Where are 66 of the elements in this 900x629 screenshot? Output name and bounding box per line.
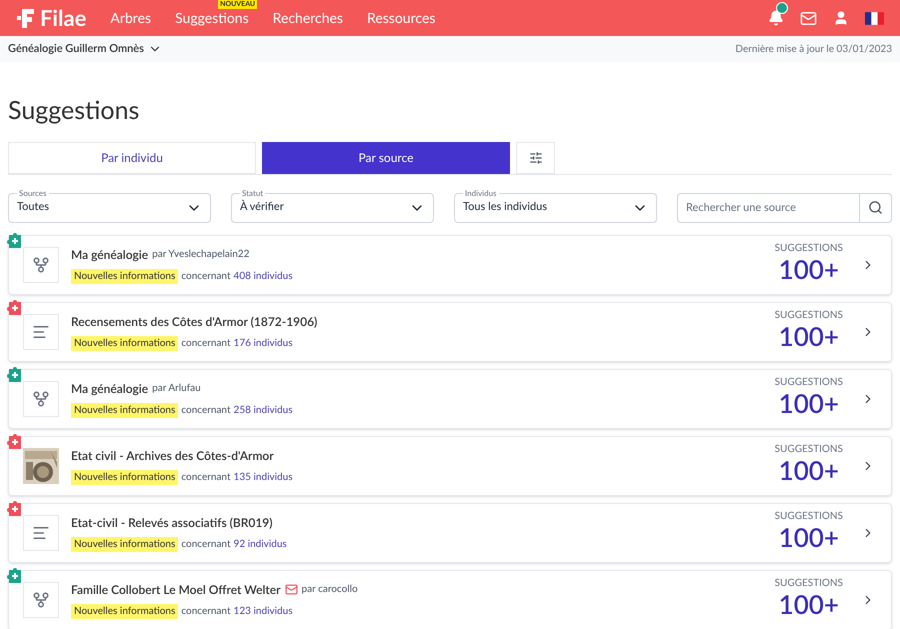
individuals-link[interactable]: 176 individus [234, 336, 293, 350]
individuals-link[interactable]: 92 individus [234, 536, 287, 552]
concerning-text: concernant [181, 402, 231, 418]
source-card[interactable]: Etat-civil - Relevés associatifs (BR019) Nouvelles informations concernant 92 individus SUGGESTIONS 100+ [8, 502, 892, 562]
source-author: par Arlufau [152, 381, 201, 396]
suggestions-count: 100+ [778, 521, 839, 554]
tree-icon [32, 390, 50, 408]
tree-icon [32, 256, 50, 274]
page-title: Suggestions [8, 94, 140, 127]
suggestions-count: 100+ [778, 253, 839, 286]
suggestions-count: 100+ [778, 320, 839, 353]
suggestions-count: 100+ [778, 387, 839, 420]
suggestions-label: SUGGESTIONS [774, 310, 843, 320]
bell-icon[interactable] [768, 10, 784, 26]
logo-icon [16, 7, 36, 29]
source-card[interactable]: Ma généalogie par Arlufau Nouvelles informations concernant 258 individus SUGGESTIONS 100+ [8, 368, 892, 428]
search-field[interactable]: Rechercher une source [677, 192, 860, 222]
suggestions-label: SUGGESTIONS [774, 578, 843, 588]
concerning-text: concernant [181, 336, 231, 350]
filter-settings-button[interactable] [516, 142, 555, 174]
tab[interactable]: Par source [262, 142, 510, 174]
highlight-tag: Nouvelles informations [71, 536, 178, 552]
concerning-text: concernant [181, 470, 231, 484]
source-card[interactable]: Ma généalogie par Yveslechapelain22 Nouvelles informations concernant 408 individus SUGGESTIONS 100+ [8, 234, 892, 294]
suggestions-label: SUGGESTIONS [774, 511, 843, 522]
suggestions-label: SUGGESTIONS [774, 243, 843, 254]
last-update-text: Dernière mise à jour le 03/01/2023 [735, 42, 892, 56]
suggestions-count: 100+ [778, 454, 839, 487]
tree-icon [32, 590, 50, 608]
filter-value: À vérifier [240, 199, 284, 216]
highlight-tag: Nouvelles informations [71, 470, 178, 484]
highlight-tag: Nouvelles informations [71, 336, 178, 350]
source-card[interactable]: Etat civil - Archives des Côtes-d'Armor Nouvelles informations concernant 135 individus SUGGESTIONS 100+ [8, 436, 892, 496]
source-title: Recensements des Côtes d'Armor (1872-1906) [71, 312, 318, 330]
individuals-link[interactable]: 258 individus [234, 402, 293, 418]
search-button[interactable] [860, 192, 892, 222]
individuals-link[interactable]: 408 individus [234, 268, 293, 284]
highlight-tag: Nouvelles informations [71, 268, 178, 284]
concerning-text: concernant [181, 536, 231, 552]
source-title: Ma généalogie [71, 380, 148, 398]
highlight-tag: Nouvelles informations [71, 402, 178, 418]
source-title: Ma généalogie [71, 246, 148, 264]
source-author: par Yveslechapelain22 [152, 247, 250, 262]
source-title: Etat-civil - Relevés associatifs (BR019) [71, 514, 273, 532]
filter-value: Tous les individus [463, 199, 548, 216]
tab[interactable]: Par individu [8, 142, 256, 174]
suggestions-label: SUGGESTIONS [774, 377, 843, 388]
source-title: Etat civil - Archives des Côtes-d'Armor [71, 446, 274, 464]
filter-value: Toutes [17, 199, 50, 216]
mail-icon[interactable] [800, 10, 817, 26]
suggestions-label: SUGGESTIONS [774, 444, 843, 454]
user-icon[interactable] [833, 10, 849, 26]
source-card[interactable]: Famille Collobert Le Moel Offret Welter par carocollo Nouvelles informations concernant 123 individus SUGGESTIONS 100+ [8, 570, 892, 629]
french-flag-icon[interactable] [865, 10, 884, 26]
individuals-link[interactable]: 123 individus [234, 604, 293, 618]
individuals-link[interactable]: 135 individus [234, 470, 293, 484]
suggestions-count: 100+ [778, 588, 839, 621]
tree-selector[interactable]: Généalogie Guillerm Omnès [8, 40, 162, 58]
source-card[interactable]: Recensements des Côtes d'Armor (1872-1906) Nouvelles informations concernant 176 individus SUGGESTIONS 100+ [8, 302, 892, 362]
source-title: Famille Collobert Le Moel Offret Welter [71, 580, 281, 598]
search-icon [868, 200, 883, 215]
source-author: par carocollo [302, 582, 358, 597]
concerning-text: concernant [181, 604, 231, 618]
concerning-text: concernant [181, 268, 231, 284]
highlight-tag: Nouvelles informations [71, 604, 178, 618]
sliders-icon [528, 150, 542, 164]
